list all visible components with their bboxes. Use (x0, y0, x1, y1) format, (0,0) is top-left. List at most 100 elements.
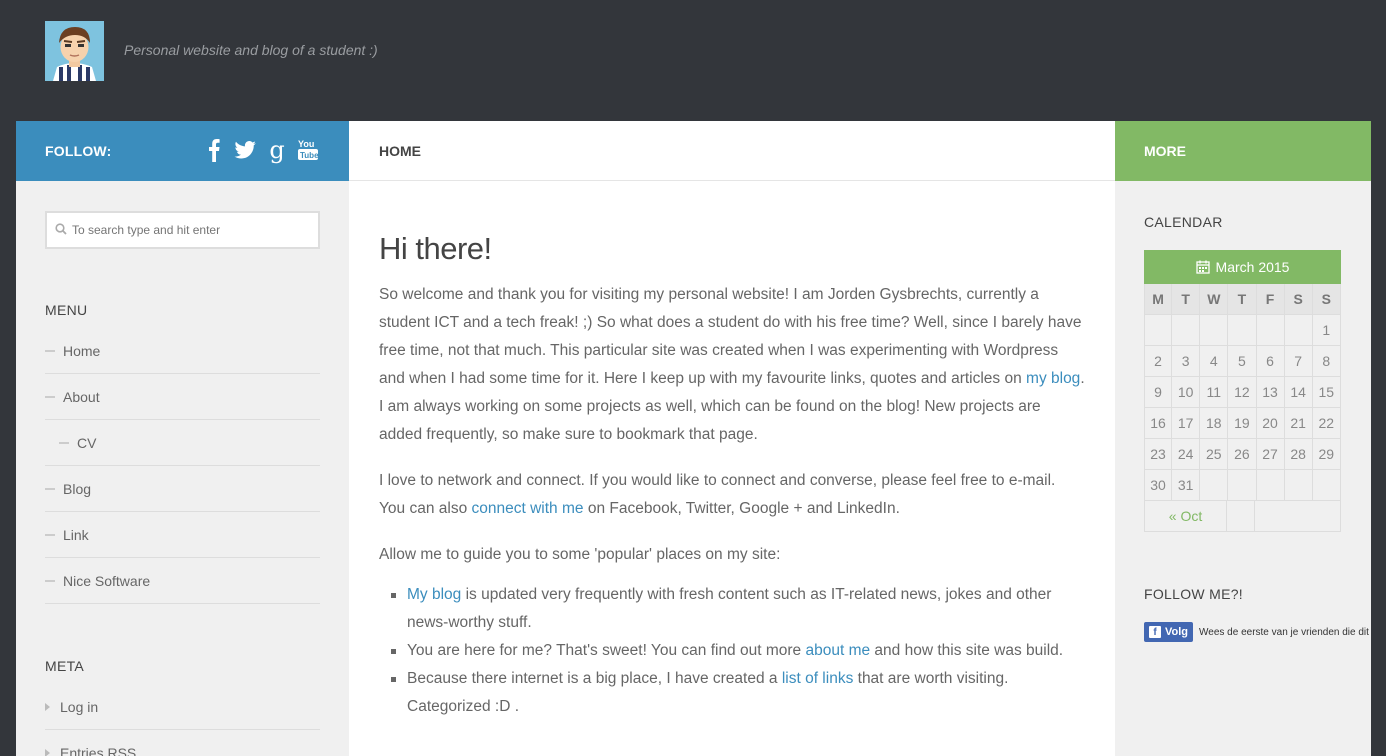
page-title: Hi there! (379, 231, 492, 266)
menu-list: Home About CV Blog Link Nice Software (45, 328, 320, 604)
calendar-day-cell: 13 (1256, 377, 1285, 408)
calendar-day-cell (1172, 315, 1201, 346)
calendar-day-cell: 25 (1200, 439, 1229, 470)
my-blog-list-link[interactable]: My blog (407, 586, 461, 603)
calendar-day-cell: 8 (1312, 346, 1341, 377)
menu-item-about[interactable]: About (45, 374, 320, 420)
my-blog-link[interactable]: my blog (1026, 370, 1080, 387)
google-icon[interactable]: g (266, 135, 288, 165)
weekday-cell: T (1228, 284, 1257, 315)
meta-title: META (45, 658, 85, 674)
list-item: My blog is updated very frequently with … (391, 581, 1085, 637)
weekday-cell: W (1200, 284, 1229, 315)
calendar-day-cell (1312, 470, 1341, 501)
meta-list: Log in Entries RSS (45, 684, 320, 756)
calendar-day-cell: 4 (1200, 346, 1229, 377)
calendar-day-cell (1256, 470, 1285, 501)
calendar-day-cell: 11 (1200, 377, 1229, 408)
calendar-day-cell (1256, 315, 1285, 346)
about-me-link[interactable]: about me (805, 642, 870, 659)
calendar-next-cell (1255, 501, 1341, 532)
network-paragraph: I love to network and connect. If you wo… (379, 472, 1056, 517)
calendar-grid: M T W T F S S 1 2 3 4 5 6 7 8 9 10 11 12 13 14 15 16 17 1… (1144, 284, 1341, 501)
youtube-icon[interactable]: You Tube (296, 135, 320, 165)
dash-icon (45, 395, 55, 398)
calendar-week-row: 1 (1144, 315, 1341, 346)
facebook-logo-icon: f (1149, 626, 1161, 638)
calendar-day-cell: 3 (1172, 346, 1201, 377)
twitter-icon[interactable] (233, 135, 257, 165)
calendar-day-cell: 26 (1228, 439, 1257, 470)
dash-icon (45, 487, 55, 490)
weekday-cell: S (1312, 284, 1341, 315)
right-sidebar: MORE CALENDAR March 2015 M T W T F S S 1… (1115, 121, 1371, 756)
calendar-week-row: 23 24 25 26 27 28 29 (1144, 439, 1341, 470)
calendar-day-cell: 6 (1256, 346, 1285, 377)
nav-home-link[interactable]: HOME (379, 143, 421, 159)
search-input[interactable] (72, 220, 312, 240)
search-box[interactable] (45, 211, 320, 249)
calendar-pad-cell (1227, 501, 1255, 532)
menu-item-blog[interactable]: Blog (45, 466, 320, 512)
calendar-day-cell: 17 (1172, 408, 1201, 439)
calendar-day-cell: 28 (1284, 439, 1313, 470)
follow-bar: FOLLOW: g You Tube (16, 121, 349, 181)
menu-item-cv[interactable]: CV (45, 420, 320, 466)
left-sidebar: FOLLOW: g You Tube MENU Home About CV Bl (16, 121, 349, 756)
site-logo-avatar[interactable] (45, 21, 104, 81)
calendar-nav: « Oct (1144, 501, 1341, 532)
calendar-day-cell: 5 (1228, 346, 1257, 377)
menu-item-home[interactable]: Home (45, 328, 320, 374)
calendar-icon (1195, 260, 1210, 274)
site-header: Personal website and blog of a student :… (0, 0, 1386, 121)
calendar-day-cell: 18 (1200, 408, 1229, 439)
menu-item-nice-software[interactable]: Nice Software (45, 558, 320, 604)
calendar-weekdays: M T W T F S S (1144, 284, 1341, 315)
menu-item-link[interactable]: Link (45, 512, 320, 558)
calendar-day-cell: 23 (1144, 439, 1173, 470)
svg-text:Tube: Tube (300, 151, 319, 160)
calendar-day-cell: 15 (1312, 377, 1341, 408)
facebook-like-widget: f Volg Wees de eerste van je vrienden di… (1144, 622, 1371, 642)
calendar-day-cell (1284, 470, 1313, 501)
dash-icon (45, 579, 55, 582)
more-bar[interactable]: MORE (1115, 121, 1371, 181)
calendar-week-row: 16 17 18 19 20 21 22 (1144, 408, 1341, 439)
dash-icon (45, 349, 55, 352)
connect-with-me-link[interactable]: connect with me (472, 500, 584, 517)
calendar-prev-link[interactable]: « Oct (1169, 508, 1202, 524)
list-of-links-link[interactable]: list of links (782, 670, 854, 687)
dash-icon (59, 441, 69, 444)
calendar-day-cell: 21 (1284, 408, 1313, 439)
calendar-day-cell: 1 (1312, 315, 1341, 346)
caret-right-icon (45, 702, 50, 711)
calendar-day-cell: 20 (1256, 408, 1285, 439)
facebook-follow-button[interactable]: f Volg (1144, 622, 1194, 642)
main-nav: HOME (349, 121, 1115, 181)
search-icon (55, 223, 67, 235)
calendar-day-cell: 24 (1172, 439, 1201, 470)
follow-me-title: FOLLOW ME?! (1144, 586, 1243, 602)
menu-title: MENU (45, 302, 88, 318)
calendar-day-cell: 9 (1144, 377, 1173, 408)
weekday-cell: M (1144, 284, 1173, 315)
more-label: MORE (1144, 143, 1186, 159)
calendar-title: CALENDAR (1144, 214, 1223, 230)
calendar-day-cell: 12 (1228, 377, 1257, 408)
calendar-day-cell: 22 (1312, 408, 1341, 439)
calendar-day-cell: 16 (1144, 408, 1173, 439)
follow-label: FOLLOW: (45, 143, 112, 159)
calendar-week-row: 9 10 11 12 13 14 15 (1144, 377, 1341, 408)
facebook-like-text: Wees de eerste van je vrienden die dit l… (1199, 626, 1371, 638)
meta-item-entries-rss[interactable]: Entries RSS (45, 730, 320, 756)
calendar-day-cell: 19 (1228, 408, 1257, 439)
weekday-cell: F (1256, 284, 1285, 315)
meta-item-login[interactable]: Log in (45, 684, 320, 730)
calendar-weeks: 1 2 3 4 5 6 7 8 9 10 11 12 13 14 15 16 17 18 19 20 21 22 23 24 2… (1144, 315, 1341, 501)
site-tagline: Personal website and blog of a student :… (124, 42, 378, 58)
calendar-week-row: 2345678 (1144, 346, 1341, 377)
facebook-icon[interactable] (204, 135, 224, 165)
calendar-week-row: 30 31 (1144, 470, 1341, 501)
calendar-day-cell (1144, 315, 1173, 346)
weekday-cell: S (1284, 284, 1313, 315)
